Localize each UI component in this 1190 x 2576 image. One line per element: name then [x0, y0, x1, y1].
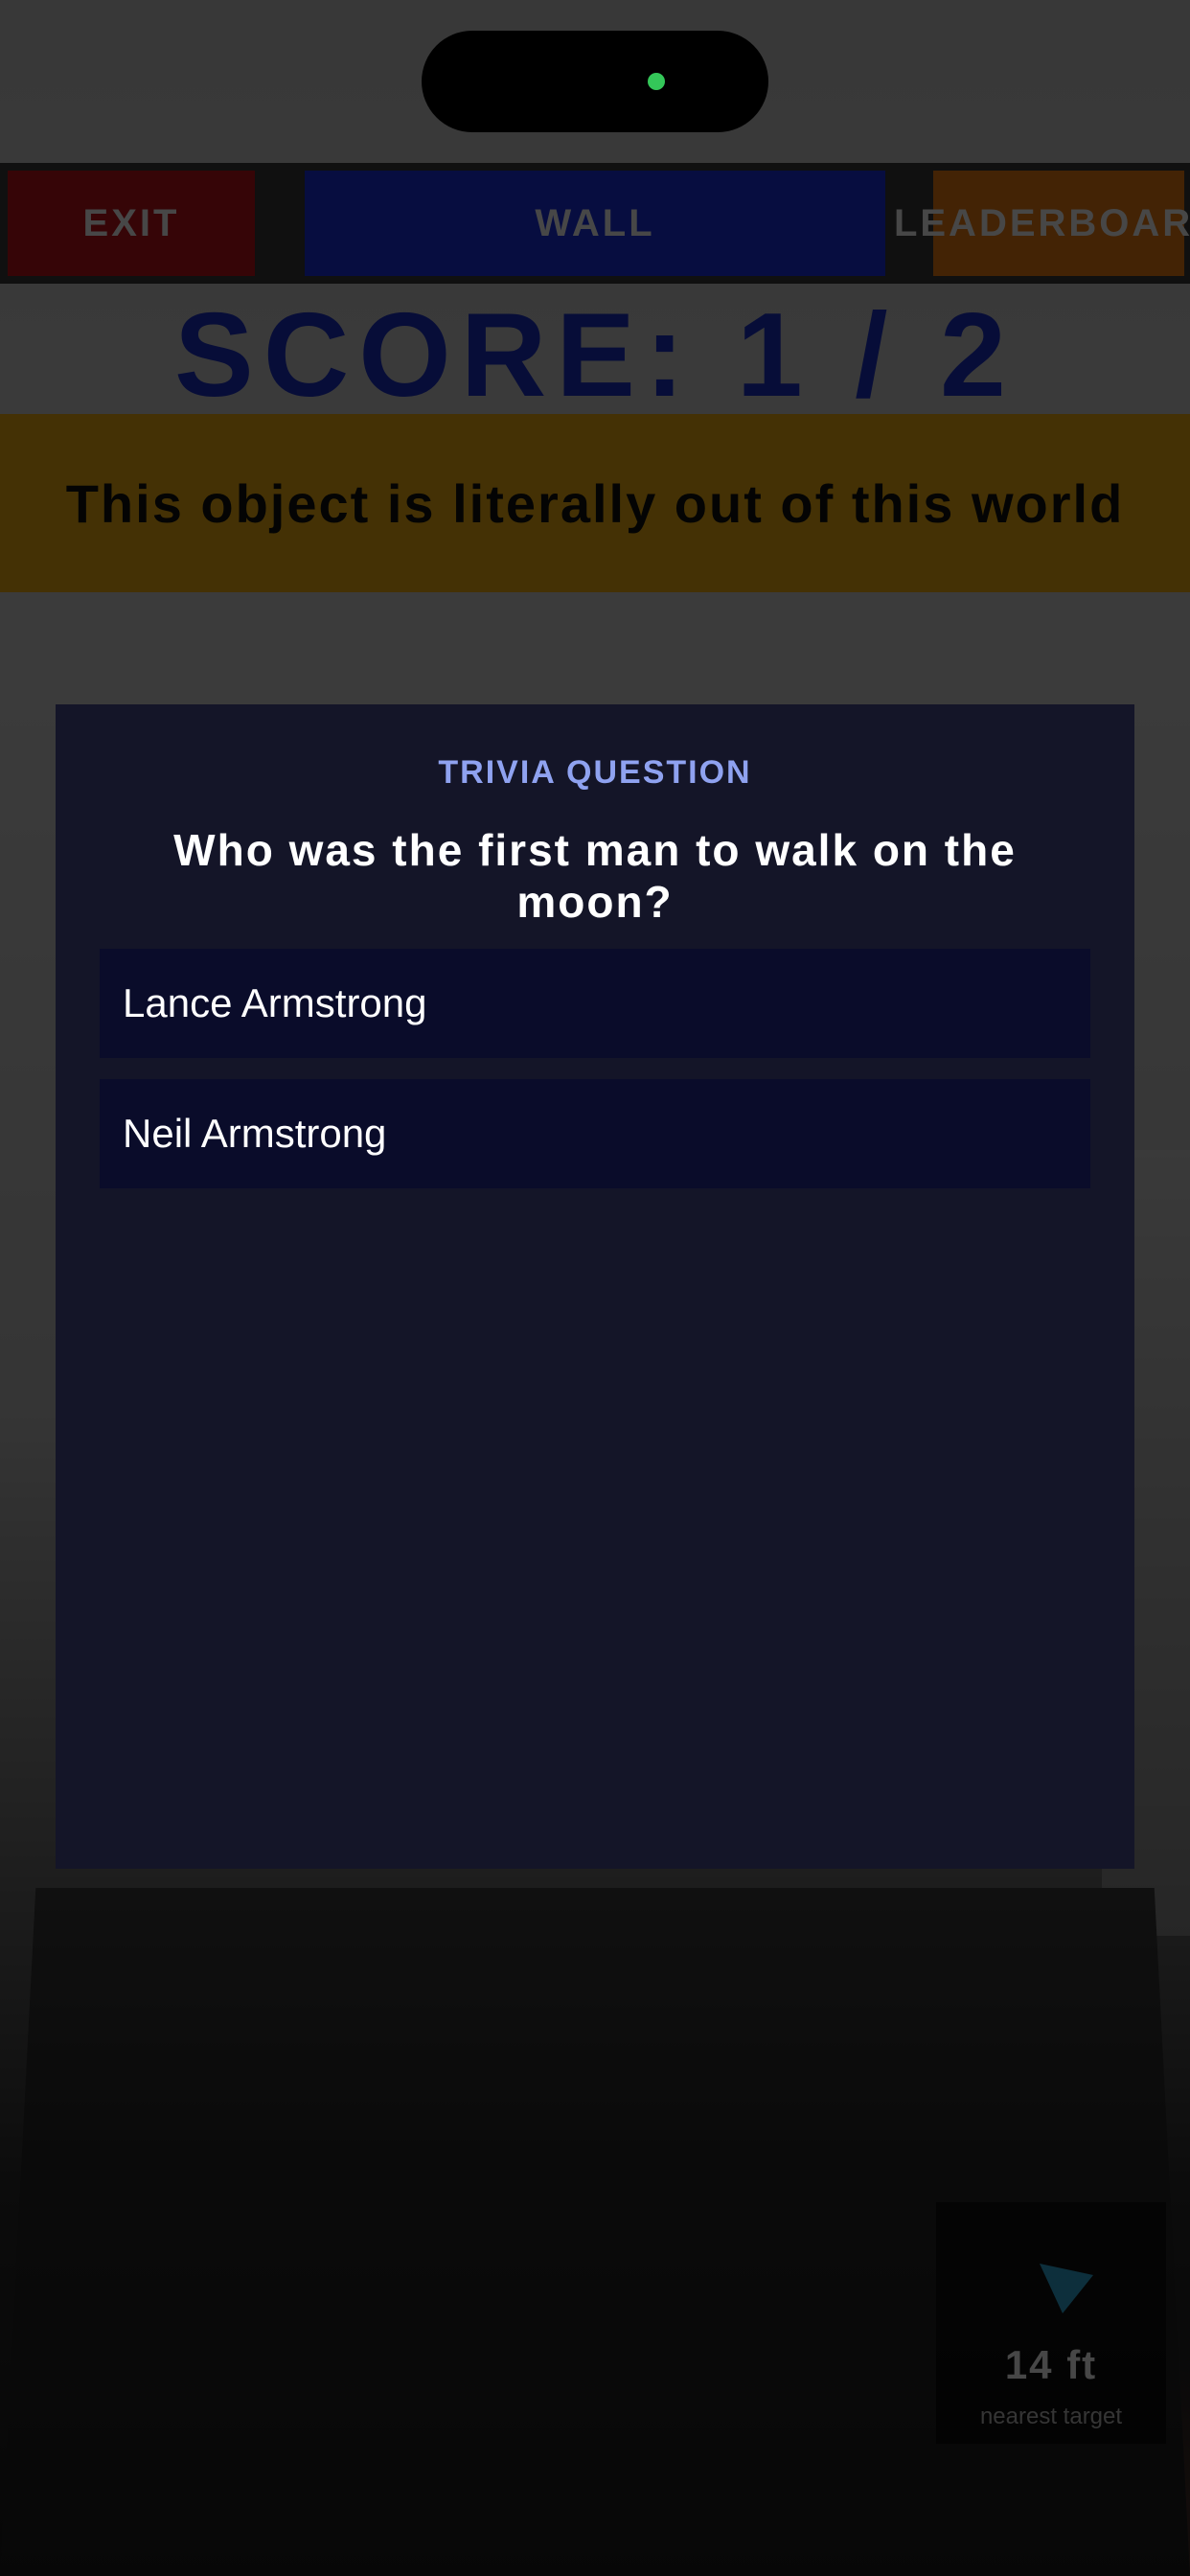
exit-button[interactable]: EXIT — [8, 171, 255, 276]
answer-option[interactable]: Lance Armstrong — [100, 949, 1090, 1058]
trivia-modal: TRIVIA QUESTION Who was the first man to… — [56, 704, 1134, 1869]
trivia-question: Who was the first man to walk on the moo… — [173, 825, 1017, 927]
ar-game-screen: EXIT WALL LEADERBOARD SCORE: 1 / 2 This … — [0, 0, 1190, 2576]
trivia-label: TRIVIA QUESTION — [438, 754, 752, 791]
top-action-bar: EXIT WALL LEADERBOARD — [0, 163, 1190, 284]
wall-button[interactable]: WALL — [305, 171, 885, 276]
dynamic-island — [422, 31, 768, 132]
answer-option[interactable]: Neil Armstrong — [100, 1079, 1090, 1188]
hint-text: This object is literally out of this wor… — [65, 472, 1125, 534]
direction-arrow-icon — [1040, 2264, 1093, 2313]
camera-indicator-dot — [648, 73, 665, 90]
hint-banner: This object is literally out of this wor… — [0, 414, 1190, 592]
nearest-target-widget: 14 ft nearest target — [936, 2202, 1166, 2444]
leaderboard-button[interactable]: LEADERBOARD — [894, 171, 1190, 276]
score-display: SCORE: 1 / 2 — [174, 289, 1016, 422]
target-distance: 14 ft — [1004, 2342, 1098, 2387]
target-caption: nearest target — [979, 2404, 1123, 2429]
